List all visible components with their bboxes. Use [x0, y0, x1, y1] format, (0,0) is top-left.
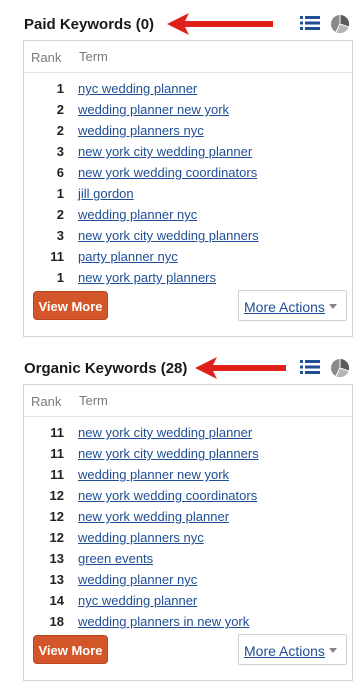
table-row: 2 wedding planners nyc	[24, 120, 352, 141]
list-icon[interactable]	[300, 15, 320, 31]
rank-value: 1	[56, 186, 64, 201]
keyword-link[interactable]: wedding planner nyc	[78, 572, 197, 587]
table-row: 1 jill gordon	[24, 183, 352, 204]
keyword-link[interactable]: wedding planners in new york	[78, 614, 249, 629]
chevron-down-icon	[329, 304, 337, 309]
paid-keywords-section: Paid Keywords (0) Rank Term 1nyc weddin	[0, 0, 363, 337]
table-header: Rank Term	[24, 385, 352, 417]
keyword-link[interactable]: wedding planner nyc	[78, 207, 197, 222]
table-row: 2 wedding planner nyc	[24, 204, 352, 225]
table-row: 2 wedding planner new york	[24, 99, 352, 120]
keyword-link[interactable]: nyc wedding planner	[78, 81, 197, 96]
rank-value: 11	[50, 249, 64, 264]
table-row: 11 party planner nyc	[24, 246, 352, 267]
paid-keywords-table: Rank Term 1 nyc wedding planner 2 wedding …	[23, 40, 353, 337]
keyword-link[interactable]: wedding planner new york	[78, 102, 229, 117]
table-row: 18 wedding planners in new york	[24, 611, 352, 632]
more-actions-dropdown[interactable]: More Actions	[238, 290, 347, 321]
organic-keywords-title: Organic Keywords (28)	[24, 360, 188, 377]
rank-column-header: Rank	[31, 394, 62, 409]
table-row: 14 nyc wedding planner	[24, 590, 352, 611]
keyword-link[interactable]: new york city wedding planner	[78, 144, 252, 159]
keyword-link[interactable]: wedding planner new york	[78, 467, 229, 482]
rank-value: 3	[56, 228, 64, 243]
keyword-link[interactable]: new york wedding coordinators	[78, 488, 257, 503]
paid-keywords-title: Paid Keywords (0)	[24, 16, 155, 33]
term-column-header: Term	[79, 49, 108, 64]
table-row: 12 new york wedding planner	[24, 506, 352, 527]
table-row: 3 new york city wedding planners	[24, 225, 352, 246]
rank-value: 1	[56, 81, 64, 96]
table-row: 12 wedding planners nyc	[24, 527, 352, 548]
table-row: 13 wedding planner nyc	[24, 569, 352, 590]
table-footer: View More More Actions	[24, 286, 352, 336]
view-more-button[interactable]: View More	[33, 635, 108, 664]
chevron-down-icon	[329, 648, 337, 653]
rank-value: 12	[49, 488, 64, 503]
keyword-link[interactable]: wedding planners nyc	[78, 530, 204, 545]
table-row: 1 nyc wedding planner	[24, 78, 352, 99]
rank-value: 11	[50, 467, 64, 482]
view-more-button[interactable]: View More	[33, 291, 108, 320]
keyword-link[interactable]: wedding planners nyc	[78, 123, 204, 138]
organic-keywords-table: Rank Term 11 new york city wedding planne…	[23, 384, 353, 681]
keyword-link[interactable]: new york city wedding planners	[78, 228, 259, 243]
keyword-link[interactable]: new york city wedding planners	[78, 446, 259, 461]
rank-value: 1	[56, 270, 64, 285]
keyword-link[interactable]: new york party planners	[78, 270, 216, 285]
rank-value: 6	[56, 165, 64, 180]
keyword-link[interactable]: new york city wedding planner	[78, 425, 252, 440]
red-arrow-icon	[167, 13, 273, 35]
keyword-link[interactable]: new york wedding planner	[78, 509, 229, 524]
table-row: 13 green events	[24, 548, 352, 569]
more-actions-label: More Actions	[244, 643, 325, 659]
more-actions-label: More Actions	[244, 299, 325, 315]
table-row: 1 new york party planners	[24, 267, 352, 288]
pie-chart-icon[interactable]	[330, 358, 350, 378]
rank-value: 11	[50, 446, 64, 461]
more-actions-dropdown[interactable]: More Actions	[238, 634, 347, 665]
keyword-link[interactable]: party planner nyc	[78, 249, 178, 264]
rank-value: 11	[50, 425, 64, 440]
organic-keywords-section: Organic Keywords (28) Rank Term 11new y	[0, 344, 363, 681]
keyword-link[interactable]: green events	[78, 551, 153, 566]
term-column-header: Term	[79, 393, 108, 408]
rank-value: 12	[49, 530, 64, 545]
rank-value: 2	[56, 102, 64, 117]
red-arrow-icon	[195, 357, 286, 379]
table-row: 11 new york city wedding planners	[24, 443, 352, 464]
table-row: 11 wedding planner new york	[24, 464, 352, 485]
rank-column-header: Rank	[31, 50, 62, 65]
table-row: 6 new york wedding coordinators	[24, 162, 352, 183]
rank-value: 12	[49, 509, 64, 524]
table-row: 11 new york city wedding planner	[24, 422, 352, 443]
rank-value: 13	[49, 551, 64, 566]
rank-value: 3	[56, 144, 64, 159]
list-icon[interactable]	[300, 359, 320, 375]
table-footer: View More More Actions	[24, 630, 352, 680]
paid-keywords-rows: 1 nyc wedding planner 2 wedding planner ne…	[24, 73, 352, 288]
rank-value: 18	[49, 614, 64, 629]
keyword-link[interactable]: nyc wedding planner	[78, 593, 197, 608]
rank-value: 2	[56, 123, 64, 138]
keyword-link[interactable]: jill gordon	[78, 186, 134, 201]
rank-value: 2	[56, 207, 64, 222]
rank-value: 14	[49, 593, 64, 608]
table-row: 12 new york wedding coordinators	[24, 485, 352, 506]
table-header: Rank Term	[24, 41, 352, 73]
pie-chart-icon[interactable]	[330, 14, 350, 34]
rank-value: 13	[49, 572, 64, 587]
table-row: 3 new york city wedding planner	[24, 141, 352, 162]
organic-keywords-rows: 11 new york city wedding planner 11 new yo…	[24, 417, 352, 632]
keyword-link[interactable]: new york wedding coordinators	[78, 165, 257, 180]
